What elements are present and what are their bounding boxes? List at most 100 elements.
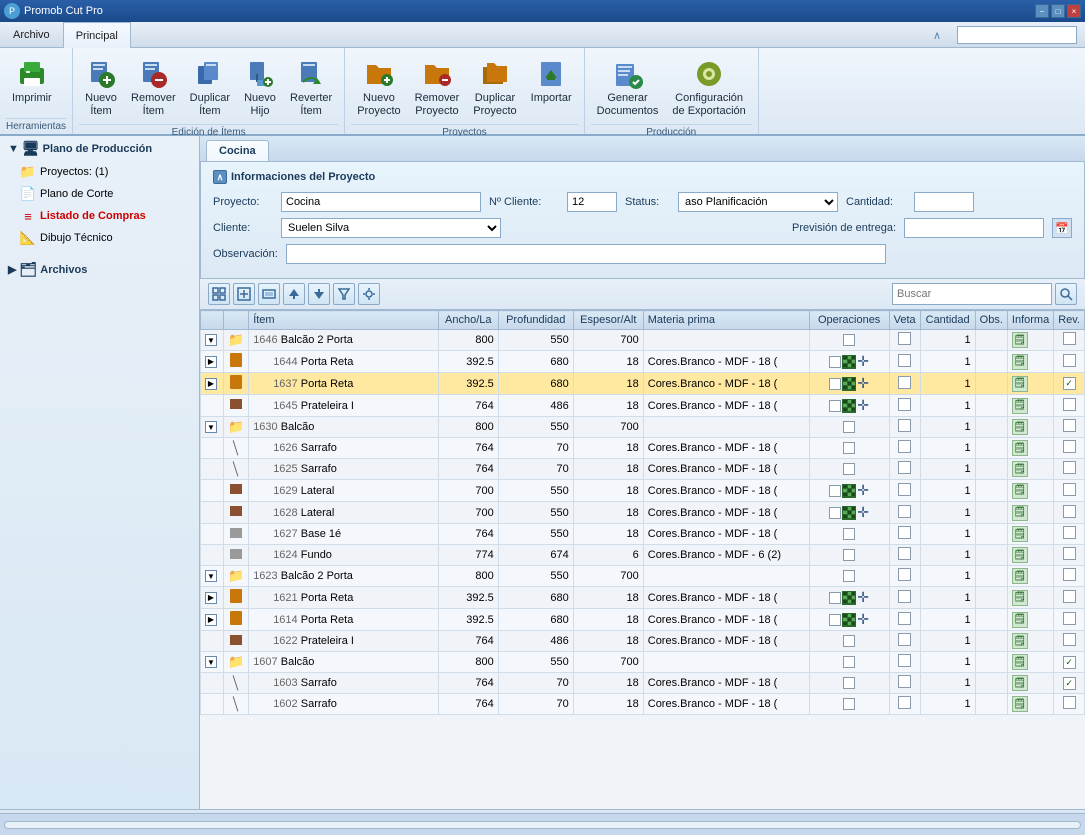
generar-doc-button[interactable]: GenerarDocumentos — [591, 54, 665, 122]
col-ancho[interactable]: Ancho/La — [438, 311, 498, 330]
rev-check[interactable] — [1063, 696, 1076, 709]
tab-cocina[interactable]: Cocina — [206, 140, 269, 161]
cantidad-input[interactable] — [914, 192, 974, 212]
veta-check[interactable] — [898, 332, 911, 345]
info-btn[interactable]: 🗒 — [1012, 590, 1028, 606]
ops-checkbox[interactable] — [829, 485, 841, 497]
info-btn[interactable]: 🗒 — [1012, 568, 1028, 584]
veta-check[interactable] — [898, 547, 911, 560]
table-row[interactable]: ╱ 1602 Sarrafo 764 70 18 Cores.Branco - … — [201, 694, 1085, 715]
ops-checkbox[interactable] — [829, 614, 841, 626]
col-esp[interactable]: Espesor/Alt — [573, 311, 643, 330]
move-icon[interactable]: ✛ — [857, 504, 869, 521]
move-icon[interactable]: ✛ — [857, 611, 869, 628]
veta-check[interactable] — [898, 505, 911, 518]
table-row[interactable]: ▶ 1621 Porta Reta 392.5 680 18 Cores.Bra… — [201, 587, 1085, 609]
search-field[interactable] — [957, 26, 1077, 44]
col-obs[interactable]: Obs. — [975, 311, 1007, 330]
ops-checkbox[interactable] — [843, 549, 855, 561]
cliente-select[interactable]: Suelen Silva — [281, 218, 501, 238]
ops-checkbox[interactable] — [829, 356, 841, 368]
panel-collapse-btn[interactable]: ∧ — [213, 170, 227, 184]
ops-checkbox[interactable] — [829, 507, 841, 519]
settings-btn[interactable] — [358, 283, 380, 305]
ops-checkbox[interactable] — [843, 528, 855, 540]
move-up-btn[interactable] — [283, 283, 305, 305]
sidebar-item-dibujo[interactable]: 📐 Dibujo Técnico — [0, 227, 199, 249]
info-btn[interactable]: 🗒 — [1012, 376, 1028, 392]
table-row[interactable]: ▼ 📁 1630 Balcão 800 550 700 1 🗒 — [201, 417, 1085, 438]
rev-check[interactable] — [1063, 461, 1076, 474]
move-icon[interactable]: ✛ — [857, 482, 869, 499]
proyecto-input[interactable] — [281, 192, 481, 212]
sidebar-item-listado[interactable]: ≡ Listado de Compras — [0, 205, 199, 227]
table-search-input[interactable] — [892, 283, 1052, 305]
info-btn[interactable]: 🗒 — [1012, 354, 1028, 370]
info-btn[interactable]: 🗒 — [1012, 547, 1028, 563]
status-select[interactable]: aso Planificación — [678, 192, 838, 212]
info-btn[interactable]: 🗒 — [1012, 461, 1028, 477]
duplicar-item-button[interactable]: DuplicarÍtem — [184, 54, 236, 122]
nuevo-hijo-button[interactable]: NuevoHijo — [238, 54, 282, 122]
no-cliente-input[interactable] — [567, 192, 617, 212]
ops-checkbox[interactable] — [843, 698, 855, 710]
move-icon[interactable]: ✛ — [857, 397, 869, 414]
veta-check[interactable] — [898, 633, 911, 646]
info-btn[interactable]: 🗒 — [1012, 526, 1028, 542]
rev-check[interactable] — [1063, 612, 1076, 625]
col-ops[interactable]: Operaciones — [809, 311, 889, 330]
rev-check[interactable] — [1063, 483, 1076, 496]
rev-check[interactable] — [1063, 677, 1076, 690]
table-row[interactable]: 1622 Prateleira I 764 486 18 Cores.Branc… — [201, 631, 1085, 652]
remover-proyecto-button[interactable]: RemoverProyecto — [409, 54, 466, 122]
col-materia[interactable]: Materia prima — [643, 311, 809, 330]
rev-check[interactable] — [1063, 656, 1076, 669]
col-veta[interactable]: Veta — [889, 311, 920, 330]
move-down-btn[interactable] — [308, 283, 330, 305]
table-row[interactable]: ▼ 📁 1646 Balcão 2 Porta 800 550 700 1 🗒 — [201, 330, 1085, 351]
table-row[interactable]: ▼ 📁 1623 Balcão 2 Porta 800 550 700 1 🗒 — [201, 566, 1085, 587]
menu-principal[interactable]: Principal — [63, 22, 131, 48]
move-icon[interactable]: ✛ — [857, 353, 869, 370]
row-expander[interactable]: ▼ — [205, 334, 217, 346]
prevision-input[interactable] — [904, 218, 1044, 238]
add-row-btn[interactable] — [233, 283, 255, 305]
table-row[interactable]: ╱ 1625 Sarrafo 764 70 18 Cores.Branco - … — [201, 459, 1085, 480]
veta-check[interactable] — [898, 354, 911, 367]
veta-check[interactable] — [898, 654, 911, 667]
ops-checkbox[interactable] — [843, 570, 855, 582]
sidebar-section-plano[interactable]: ▼ 🖥 Plano de Producción — [0, 136, 199, 161]
sidebar-item-proyectos[interactable]: 📁 Proyectos: (1) — [0, 161, 199, 183]
sidebar-item-plano-corte[interactable]: 📄 Plano de Corte — [0, 183, 199, 205]
table-row[interactable]: 1629 Lateral 700 550 18 Cores.Branco - M… — [201, 480, 1085, 502]
reverter-item-button[interactable]: ReverterÍtem — [284, 54, 338, 122]
veta-check[interactable] — [898, 483, 911, 496]
info-btn[interactable]: 🗒 — [1012, 696, 1028, 712]
info-btn[interactable]: 🗒 — [1012, 440, 1028, 456]
table-scroll-area[interactable]: Ítem Ancho/La Profundidad Espesor/Alt Ma… — [200, 310, 1085, 803]
ops-checkbox[interactable] — [843, 677, 855, 689]
info-btn[interactable]: 🗒 — [1012, 633, 1028, 649]
table-row[interactable]: ▶ 1637 Porta Reta 392.5 680 18 Cores.Bra… — [201, 373, 1085, 395]
row-expander[interactable]: ▼ — [205, 421, 217, 433]
veta-check[interactable] — [898, 590, 911, 603]
veta-check[interactable] — [898, 526, 911, 539]
rev-check[interactable] — [1063, 568, 1076, 581]
table-row[interactable]: ▶ 1644 Porta Reta 392.5 680 18 Cores.Bra… — [201, 351, 1085, 373]
calendar-btn[interactable]: 📅 — [1052, 218, 1072, 238]
info-btn[interactable]: 🗒 — [1012, 505, 1028, 521]
veta-check[interactable] — [898, 675, 911, 688]
rev-check[interactable] — [1063, 505, 1076, 518]
ops-checkbox[interactable] — [829, 592, 841, 604]
col-prof[interactable]: Profundidad — [498, 311, 573, 330]
table-row[interactable]: 1627 Base 1é 764 550 18 Cores.Branco - M… — [201, 524, 1085, 545]
veta-check[interactable] — [898, 376, 911, 389]
rev-check[interactable] — [1063, 440, 1076, 453]
col-item[interactable]: Ítem — [249, 311, 439, 330]
info-btn[interactable]: 🗒 — [1012, 419, 1028, 435]
rev-check[interactable] — [1063, 590, 1076, 603]
col-info[interactable]: Informa — [1007, 311, 1053, 330]
imprimir-button[interactable]: Imprimir — [6, 54, 58, 109]
close-button[interactable]: × — [1067, 4, 1081, 18]
table-row[interactable]: ▶ 1614 Porta Reta 392.5 680 18 Cores.Bra… — [201, 609, 1085, 631]
